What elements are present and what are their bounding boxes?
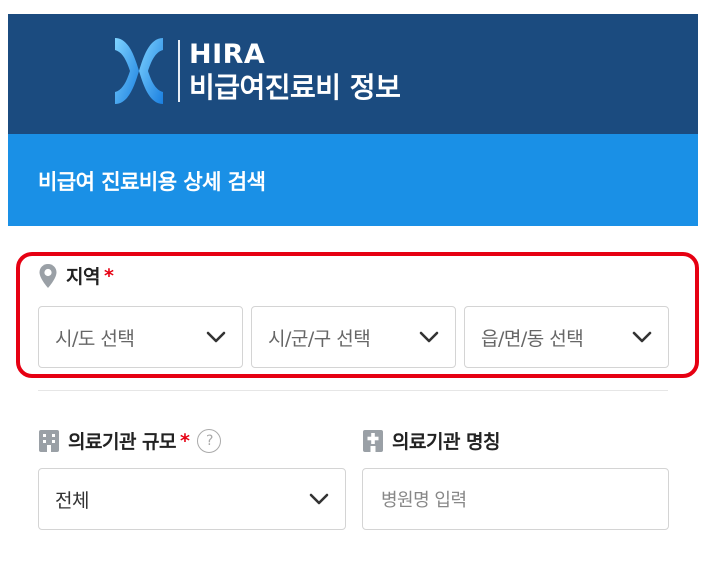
page-title-bar: 비급여 진료비용 상세 검색 xyxy=(8,134,698,226)
chevron-down-icon xyxy=(309,493,329,505)
sido-select-value: 시/도 선택 xyxy=(55,327,135,350)
institution-size-label: 의료기관 규모 * ? xyxy=(38,427,222,454)
help-icon[interactable]: ? xyxy=(197,428,222,453)
logo-subtitle: 비급여진료비 정보 xyxy=(189,71,401,104)
sido-select[interactable]: 시/도 선택 xyxy=(38,306,243,368)
institution-name-label: 의료기관 명칭 xyxy=(362,427,501,454)
page-title: 비급여 진료비용 상세 검색 xyxy=(38,170,266,194)
chevron-down-icon xyxy=(419,331,439,343)
hospital-icon xyxy=(363,429,383,452)
eupmyeondong-select[interactable]: 읍/면/동 선택 xyxy=(464,306,669,368)
required-mark: * xyxy=(103,264,114,287)
institution-size-select-value: 전체 xyxy=(55,489,89,512)
eupmyeondong-select-value: 읍/면/동 선택 xyxy=(481,327,584,350)
logo-divider xyxy=(178,40,180,102)
location-pin-icon xyxy=(39,263,57,288)
sigungu-select[interactable]: 시/군/구 선택 xyxy=(251,306,456,368)
institution-name-placeholder: 병원명 입력 xyxy=(381,490,467,511)
region-label-text: 지역 xyxy=(66,266,100,288)
institution-name-label-text: 의료기관 명칭 xyxy=(392,431,501,453)
hira-logo-icon xyxy=(115,38,163,104)
institution-name-input[interactable]: 병원명 입력 xyxy=(362,468,669,530)
required-mark: * xyxy=(180,429,190,452)
section-divider xyxy=(38,390,668,391)
building-icon xyxy=(39,429,59,452)
chevron-down-icon xyxy=(632,331,652,343)
sigungu-select-value: 시/군/구 선택 xyxy=(268,327,371,350)
chevron-down-icon xyxy=(206,331,226,343)
logo-title: HIRA xyxy=(189,39,266,70)
site-header: HIRA 비급여진료비 정보 xyxy=(8,14,698,134)
institution-size-select[interactable]: 전체 xyxy=(38,468,346,530)
institution-size-label-text: 의료기관 규모 xyxy=(68,431,177,453)
region-label: 지역 * xyxy=(38,262,114,289)
